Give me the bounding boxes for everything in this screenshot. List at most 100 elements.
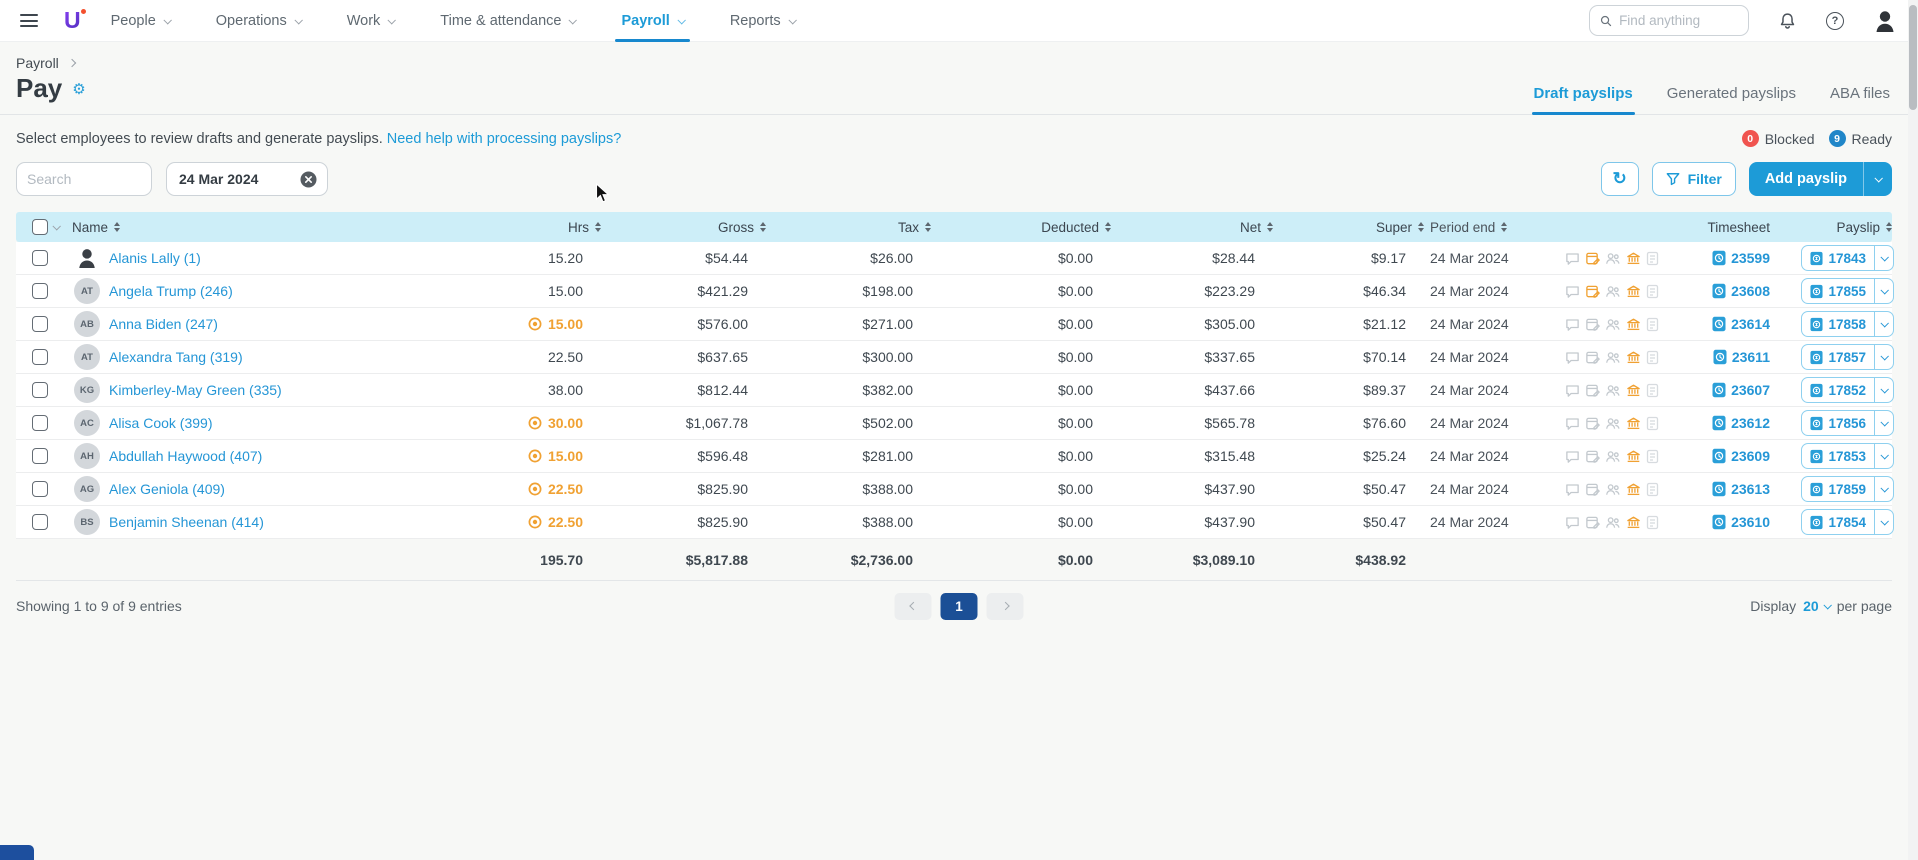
- filter-button[interactable]: Filter: [1652, 162, 1736, 196]
- user-avatar[interactable]: [1874, 9, 1896, 33]
- brand-logo[interactable]: U: [64, 7, 81, 34]
- payslip-dropdown[interactable]: [1874, 378, 1893, 402]
- column-header-payslip[interactable]: Payslip: [1776, 220, 1894, 235]
- chevron-down-icon[interactable]: [52, 222, 60, 230]
- people-icon[interactable]: [1605, 317, 1621, 332]
- payslip-button[interactable]: 17859: [1801, 476, 1894, 502]
- employee-link[interactable]: Kimberley-May Green (335): [109, 382, 282, 398]
- bank-icon[interactable]: [1626, 449, 1641, 464]
- schedule-edit-icon[interactable]: [1585, 416, 1600, 431]
- nav-item-payroll[interactable]: Payroll: [621, 0, 683, 42]
- column-header-tax[interactable]: Tax: [766, 220, 931, 235]
- column-header-period-end[interactable]: Period end: [1424, 220, 1561, 235]
- people-icon[interactable]: [1605, 515, 1621, 530]
- global-search-input[interactable]: [1619, 13, 1738, 28]
- breadcrumb-payroll[interactable]: Payroll: [16, 55, 59, 71]
- comment-icon[interactable]: [1565, 284, 1580, 299]
- comment-icon[interactable]: [1565, 515, 1580, 530]
- timesheet-link[interactable]: 23613: [1676, 481, 1776, 497]
- payslip-button[interactable]: 17856: [1801, 410, 1894, 436]
- timesheet-link[interactable]: 23611: [1676, 349, 1776, 365]
- people-icon[interactable]: [1605, 416, 1621, 431]
- table-search-input[interactable]: [27, 171, 141, 187]
- comment-icon[interactable]: [1565, 350, 1580, 365]
- comment-icon[interactable]: [1565, 482, 1580, 497]
- hamburger-menu-icon[interactable]: [20, 14, 38, 27]
- row-checkbox[interactable]: [32, 316, 48, 332]
- column-header-name[interactable]: Name: [72, 220, 416, 235]
- row-checkbox[interactable]: [32, 514, 48, 530]
- payslip-button[interactable]: 17852: [1801, 377, 1894, 403]
- add-payslip-dropdown[interactable]: [1863, 162, 1892, 196]
- payslip-doc-icon[interactable]: [1646, 284, 1659, 299]
- payslip-doc-icon[interactable]: [1646, 350, 1659, 365]
- bank-icon[interactable]: [1626, 482, 1641, 497]
- refresh-button[interactable]: ↻: [1601, 162, 1639, 196]
- prev-page-button[interactable]: [895, 593, 932, 620]
- tab-aba-files[interactable]: ABA files: [1828, 85, 1892, 114]
- comment-icon[interactable]: [1565, 383, 1580, 398]
- timesheet-link[interactable]: 23608: [1676, 283, 1776, 299]
- payslip-dropdown[interactable]: [1874, 312, 1893, 336]
- bank-icon[interactable]: [1626, 284, 1641, 299]
- column-header-hrs[interactable]: Hrs: [416, 220, 601, 235]
- schedule-edit-icon[interactable]: [1585, 251, 1600, 266]
- people-icon[interactable]: [1605, 284, 1621, 299]
- row-checkbox[interactable]: [32, 448, 48, 464]
- timesheet-link[interactable]: 23599: [1676, 250, 1776, 266]
- row-checkbox[interactable]: [32, 283, 48, 299]
- payslip-button[interactable]: 17843: [1801, 245, 1894, 271]
- people-icon[interactable]: [1605, 383, 1621, 398]
- nav-item-operations[interactable]: Operations: [216, 0, 301, 42]
- comment-icon[interactable]: [1565, 251, 1580, 266]
- scrollbar-thumb[interactable]: [1909, 5, 1917, 110]
- payslip-dropdown[interactable]: [1874, 411, 1893, 435]
- payslip-doc-icon[interactable]: [1646, 449, 1659, 464]
- payslip-dropdown[interactable]: [1874, 477, 1893, 501]
- column-header-net[interactable]: Net: [1111, 220, 1273, 235]
- payslip-dropdown[interactable]: [1874, 444, 1893, 468]
- payslip-dropdown[interactable]: [1874, 345, 1893, 369]
- schedule-edit-icon[interactable]: [1585, 383, 1600, 398]
- employee-link[interactable]: Anna Biden (247): [109, 316, 218, 332]
- timesheet-link[interactable]: 23614: [1676, 316, 1776, 332]
- bank-icon[interactable]: [1626, 350, 1641, 365]
- row-checkbox[interactable]: [32, 250, 48, 266]
- employee-link[interactable]: Benjamin Sheenan (414): [109, 514, 264, 530]
- payslip-button[interactable]: 17858: [1801, 311, 1894, 337]
- schedule-edit-icon[interactable]: [1585, 449, 1600, 464]
- payslip-doc-icon[interactable]: [1646, 515, 1659, 530]
- payslip-dropdown[interactable]: [1874, 279, 1893, 303]
- payslip-doc-icon[interactable]: [1646, 383, 1659, 398]
- page-size-dropdown[interactable]: 20: [1803, 598, 1830, 614]
- row-checkbox[interactable]: [32, 481, 48, 497]
- page-1-button[interactable]: 1: [941, 593, 978, 620]
- timesheet-link[interactable]: 23610: [1676, 514, 1776, 530]
- payslip-doc-icon[interactable]: [1646, 251, 1659, 266]
- timesheet-link[interactable]: 23609: [1676, 448, 1776, 464]
- comment-icon[interactable]: [1565, 416, 1580, 431]
- bank-icon[interactable]: [1626, 251, 1641, 266]
- schedule-edit-icon[interactable]: [1585, 317, 1600, 332]
- comment-icon[interactable]: [1565, 317, 1580, 332]
- nav-item-reports[interactable]: Reports: [730, 0, 795, 42]
- select-all-checkbox[interactable]: [32, 219, 48, 235]
- row-checkbox[interactable]: [32, 382, 48, 398]
- column-header-gross[interactable]: Gross: [601, 220, 766, 235]
- nav-item-time-attendance[interactable]: Time & attendance: [440, 0, 575, 42]
- table-search[interactable]: [16, 162, 152, 196]
- payslip-doc-icon[interactable]: [1646, 482, 1659, 497]
- nav-item-people[interactable]: People: [111, 0, 170, 42]
- bank-icon[interactable]: [1626, 317, 1641, 332]
- bank-icon[interactable]: [1626, 416, 1641, 431]
- gear-icon[interactable]: ⚙: [72, 80, 85, 98]
- bottom-left-widget[interactable]: [0, 845, 34, 860]
- global-search[interactable]: [1589, 5, 1749, 36]
- people-icon[interactable]: [1605, 449, 1621, 464]
- column-header-deducted[interactable]: Deducted: [931, 220, 1111, 235]
- payslip-dropdown[interactable]: [1874, 246, 1893, 270]
- notifications-bell-icon[interactable]: [1779, 12, 1796, 30]
- clear-date-icon[interactable]: [300, 171, 317, 188]
- column-header-super[interactable]: Super: [1273, 220, 1424, 235]
- people-icon[interactable]: [1605, 482, 1621, 497]
